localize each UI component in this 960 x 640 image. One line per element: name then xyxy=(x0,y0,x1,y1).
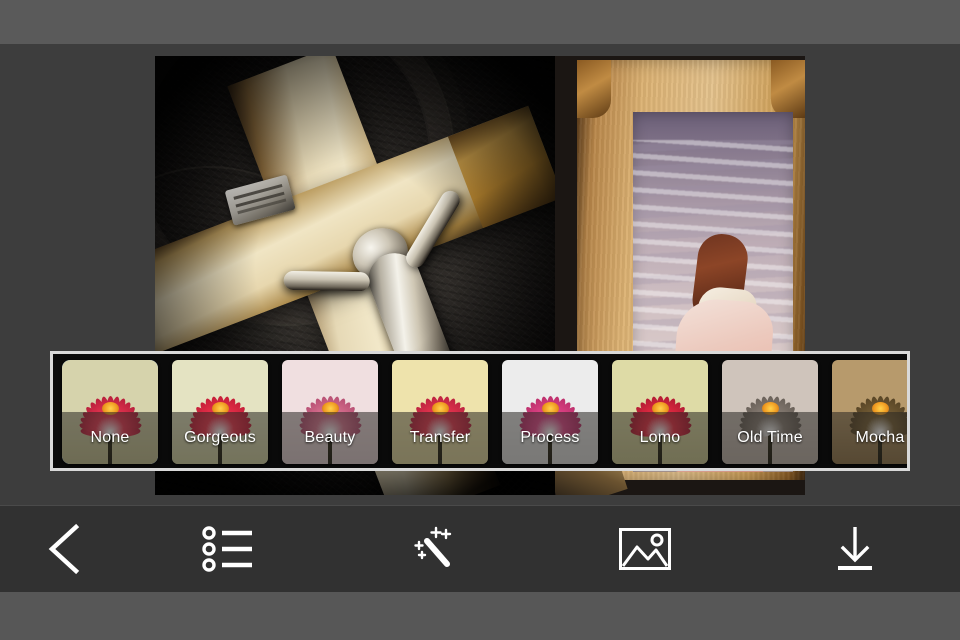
magic-wand-icon xyxy=(414,526,452,567)
download-icon xyxy=(838,527,872,570)
save-button[interactable] xyxy=(750,506,960,593)
picture-icon xyxy=(619,528,671,570)
chevron-left-icon xyxy=(48,523,80,575)
filter-thumb-lomo[interactable]: Lomo xyxy=(612,360,708,464)
filter-track[interactable]: None Gorgeous Beauty Transfer Process Lomo Old… xyxy=(62,360,907,464)
filter-label: Transfer xyxy=(392,412,488,464)
app-root: None Gorgeous Beauty Transfer Process Lomo Old… xyxy=(0,0,960,640)
filter-thumb-mocha[interactable]: Mocha xyxy=(832,360,907,464)
filter-thumb-none[interactable]: None xyxy=(62,360,158,464)
home-indicator-bar xyxy=(0,592,960,640)
filter-thumb-process[interactable]: Process xyxy=(502,360,598,464)
filter-label: Beauty xyxy=(282,412,378,464)
effects-button[interactable] xyxy=(330,506,540,593)
gallery-button[interactable] xyxy=(540,506,750,593)
filter-label: Mocha xyxy=(832,412,907,464)
filter-thumb-transfer[interactable]: Transfer xyxy=(392,360,488,464)
filter-label: Old Time xyxy=(722,412,818,464)
filter-strip[interactable]: None Gorgeous Beauty Transfer Process Lomo Old… xyxy=(50,351,910,471)
status-bar xyxy=(0,0,960,44)
filter-label: Lomo xyxy=(612,412,708,464)
list-icon xyxy=(202,526,252,572)
frame-corner-top-right xyxy=(771,60,805,118)
bottom-toolbar xyxy=(0,505,960,592)
filter-label: Gorgeous xyxy=(172,412,268,464)
layout-button[interactable] xyxy=(130,506,330,593)
filter-thumb-gorgeous[interactable]: Gorgeous xyxy=(172,360,268,464)
frame-corner-top-left xyxy=(577,60,611,118)
filter-label: None xyxy=(62,412,158,464)
filter-thumb-beauty[interactable]: Beauty xyxy=(282,360,378,464)
filter-thumb-old-time[interactable]: Old Time xyxy=(722,360,818,464)
filter-label: Process xyxy=(502,412,598,464)
back-button[interactable] xyxy=(0,506,130,593)
